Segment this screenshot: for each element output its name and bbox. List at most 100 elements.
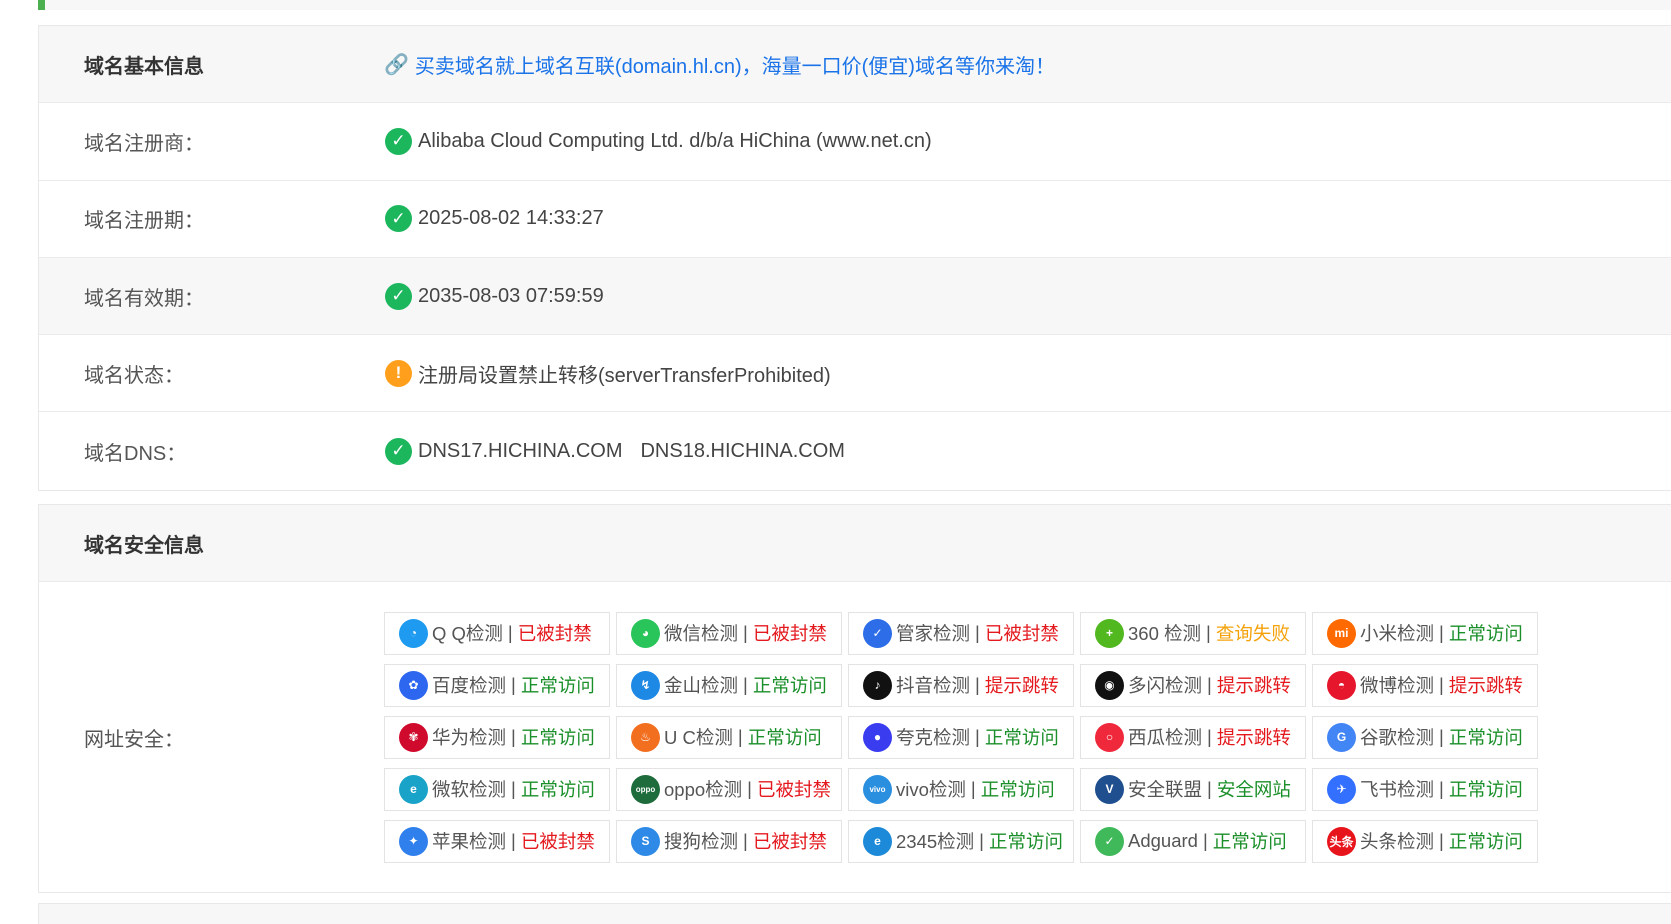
check-name: 安全联盟 [1128, 779, 1203, 800]
check-circle-icon: ✓ [385, 437, 412, 465]
check-result: 已被封禁 [517, 623, 592, 644]
check-name: 华为检测 [432, 727, 507, 748]
security-check-item[interactable]: G 谷歌检测 | 正常访问 [1312, 715, 1538, 759]
security-info-header-row: 域名安全信息 [39, 505, 1671, 582]
dns-server-1: DNS17.HICHINA.COM [418, 439, 623, 462]
check-result: 正常访问 [984, 727, 1059, 748]
security-check-item[interactable]: ○ 西瓜检测 | 提示跳转 [1080, 715, 1306, 759]
check-name: 微博检测 [1360, 675, 1435, 696]
check-name: Q Q检测 [432, 623, 503, 644]
check-name: 多闪检测 [1128, 675, 1203, 696]
check-circle-icon: ✓ [385, 205, 412, 233]
security-check-item[interactable]: 头条 头条检测 | 正常访问 [1312, 819, 1538, 863]
sogou-icon: S [631, 826, 660, 856]
anquan-icon: V [1095, 774, 1124, 804]
check-name: 头条检测 [1360, 831, 1435, 852]
oppo-icon: oppo [631, 774, 660, 804]
security-check-item[interactable]: S 搜狗检测 | 已被封禁 [616, 819, 842, 863]
check-name: 谷歌检测 [1360, 727, 1435, 748]
separator: | [743, 830, 748, 851]
security-check-item[interactable]: ✈ 飞书检测 | 正常访问 [1312, 767, 1538, 811]
security-check-item[interactable]: ♪ 抖音检测 | 提示跳转 [848, 663, 1074, 707]
security-check-item[interactable]: ● 夸克检测 | 正常访问 [848, 715, 1074, 759]
check-name: 飞书检测 [1360, 779, 1435, 800]
security-check-item[interactable]: ✿ 百度检测 | 正常访问 [384, 663, 610, 707]
xiaomi-icon: mi [1327, 618, 1356, 648]
separator: | [1207, 674, 1212, 695]
check-circle-icon: ✓ [385, 127, 412, 155]
check-result: 正常访问 [520, 727, 595, 748]
security-check-item[interactable]: V 安全联盟 | 安全网站 [1080, 767, 1306, 811]
check-result: 提示跳转 [984, 675, 1059, 696]
duoshan-icon: ◉ [1095, 670, 1124, 700]
security-check-item[interactable]: ✦ 苹果检测 | 已被封禁 [384, 819, 610, 863]
check-name: 微信检测 [664, 623, 739, 644]
adguard-icon: ✓ [1095, 826, 1124, 856]
separator: | [1202, 830, 1208, 851]
check-result: 已被封禁 [752, 623, 827, 644]
url-safety-label: 网址安全： [84, 728, 184, 751]
check-result: 正常访问 [1212, 831, 1287, 852]
security-check-item[interactable]: ◉ 多闪检测 | 提示跳转 [1080, 663, 1306, 707]
check-name: 2345检测 [896, 831, 975, 852]
domain-status-row: 域名状态： ! 注册局设置禁止转移(serverTransferProhibit… [39, 335, 1671, 413]
security-check-item[interactable]: e 2345检测 | 正常访问 [848, 819, 1074, 863]
domain-market-ad-link[interactable]: 买卖域名就上域名互联(domain.hl.cn)，海量一口价(便宜)域名等你来淘… [415, 50, 1055, 79]
qq-icon: ◔ [399, 618, 428, 648]
check-result: 正常访问 [747, 727, 822, 748]
check-name: 西瓜检测 [1128, 727, 1203, 748]
separator: | [511, 726, 516, 747]
security-check-item[interactable]: +360 检测 | 查询失败 [1080, 611, 1306, 655]
separator: | [507, 622, 513, 643]
registration-date-value: 2025-08-02 14:33:27 [418, 207, 604, 230]
check-result: 提示跳转 [1448, 675, 1523, 696]
security-check-item[interactable]: ◔ Q Q检测 | 已被封禁 [384, 611, 610, 655]
dns-row: 域名DNS： ✓ DNS17.HICHINA.COM DNS18.HICHINA… [39, 412, 1671, 489]
safari-icon: ✦ [399, 826, 428, 856]
check-name: 抖音检测 [896, 675, 971, 696]
separator: | [511, 778, 516, 799]
separator: | [1206, 622, 1211, 643]
security-check-item[interactable]: ✾ 华为检测 | 正常访问 [384, 715, 610, 759]
check-result: 正常访问 [1448, 831, 1523, 852]
separator: | [747, 778, 752, 799]
check-result: 正常访问 [752, 675, 827, 696]
check-result: 正常访问 [520, 779, 595, 800]
tencent-guard-icon: ✓ [863, 618, 892, 648]
basic-info-header-row: 域名基本信息 🔗 买卖域名就上域名互联(domain.hl.cn)，海量一口价(… [39, 26, 1671, 104]
expiry-date-label: 域名有效期： [84, 287, 204, 310]
warning-circle-icon: ! [385, 359, 412, 387]
check-result: 已被封禁 [984, 623, 1059, 644]
security-check-item[interactable]: ◕ 微信检测 | 已被封禁 [616, 611, 842, 655]
separator: | [511, 674, 516, 695]
dns-server-2: DNS18.HICHINA.COM [640, 439, 845, 462]
security-check-item[interactable]: ✓ 管家检测 | 已被封禁 [848, 611, 1074, 655]
check-circle-icon: ✓ [385, 282, 412, 310]
baidu-icon: ✿ [399, 670, 428, 700]
separator: | [1439, 726, 1444, 747]
check-name: U C检测 [664, 727, 733, 748]
check-result: 正常访问 [988, 831, 1063, 852]
security-check-item[interactable]: ✓ Adguard | 正常访问 [1080, 819, 1306, 863]
security-check-item[interactable]: mi 小米检测 | 正常访问 [1312, 611, 1538, 655]
security-check-item[interactable]: oppo oppo检测 | 已被封禁 [616, 767, 842, 811]
check-name: 管家检测 [896, 623, 971, 644]
security-check-item[interactable]: ↯ 金山检测 | 正常访问 [616, 663, 842, 707]
security-check-item[interactable]: ♨ U C检测 | 正常访问 [616, 715, 842, 759]
check-name: 360 检测 [1128, 623, 1202, 644]
separator: | [1439, 622, 1444, 643]
security-check-item[interactable]: ◓ 微博检测 | 提示跳转 [1312, 663, 1538, 707]
security-check-item[interactable]: e 微软检测 | 正常访问 [384, 767, 610, 811]
separator: | [975, 726, 980, 747]
xigua-icon: ○ [1095, 722, 1124, 752]
separator: | [511, 830, 516, 851]
check-result: 安全网站 [1216, 779, 1291, 800]
uc-icon: ♨ [631, 722, 660, 752]
separator: | [970, 778, 976, 799]
expiry-date-value: 2035-08-03 07:59:59 [418, 284, 604, 307]
security-info-title: 域名安全信息 [84, 534, 204, 557]
previous-section-edge [38, 0, 1671, 10]
security-check-item[interactable]: vivo vivo检测 | 正常访问 [848, 767, 1074, 811]
check-name: 搜狗检测 [664, 831, 739, 852]
security-check-grid: ◔ Q Q检测 | 已被封禁 ◕ 微信检测 | 已被封禁 ✓ 管家检测 | 已被封禁 +360 检测 | 查… [384, 611, 1538, 863]
